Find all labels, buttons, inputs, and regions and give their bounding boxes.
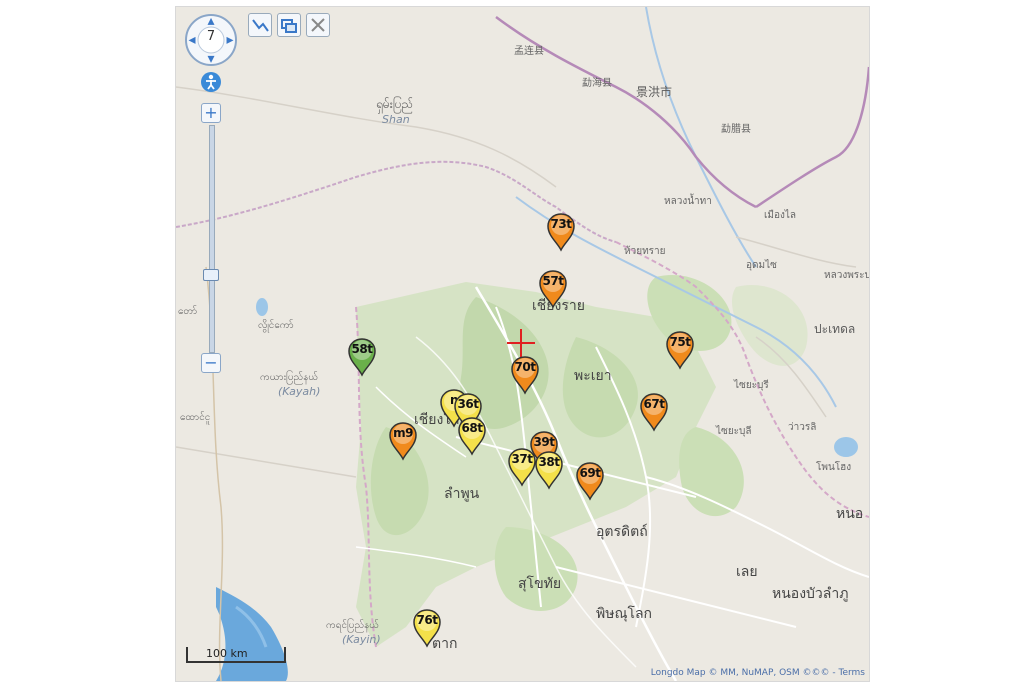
- label-lamphun: ลำพูน: [444, 486, 480, 502]
- marker-67t[interactable]: 67t: [638, 392, 670, 432]
- label-phayao: พะเยา: [574, 368, 612, 384]
- map-attribution[interactable]: Longdo Map © MM, NuMAP, OSM ©©© - Terms: [651, 668, 865, 678]
- label-shan: Shan: [382, 113, 410, 126]
- label-kayin: (Kayin): [342, 633, 381, 646]
- zoom-slider-handle[interactable]: [203, 269, 219, 281]
- draw-line-icon: [252, 19, 269, 32]
- label-mengla: 勐腊县: [721, 124, 751, 135]
- label-huay-xai: ห้วยทราย: [624, 246, 666, 257]
- label-shan-burmese: ရှမ်းပြည်: [376, 97, 414, 111]
- label-sayaboury: ไซยะบุรี: [734, 380, 769, 391]
- label-menglian: 孟连县: [514, 46, 544, 57]
- marker-m9[interactable]: m9: [387, 421, 419, 461]
- layers-button[interactable]: [277, 13, 301, 37]
- street-view-person-icon[interactable]: [200, 71, 222, 93]
- label-kayah-burmese: ကယားပြည်နယ်: [260, 372, 319, 383]
- marker-38t[interactable]: 38t: [533, 450, 565, 490]
- label-luang-namtha: หลวงน้ำทา: [664, 196, 712, 207]
- marker-label: 58t: [351, 342, 373, 356]
- pan-down-icon[interactable]: ▾: [204, 52, 218, 66]
- marker-69t[interactable]: 69t: [574, 461, 606, 501]
- map-viewport[interactable]: 孟连县 勐海县 景洪市 勐腊县 ရှမ်းပြည် Shan เมืองไล ห…: [175, 6, 870, 682]
- label-taungoo: ထောင်ငူ: [180, 412, 211, 423]
- label-menghai: 勐海县: [582, 78, 612, 89]
- layers-icon: [281, 19, 297, 33]
- label-nong: หนอ: [836, 506, 864, 522]
- pan-up-icon[interactable]: ▴: [204, 14, 218, 28]
- marker-label: 38t: [538, 455, 560, 469]
- label-sukhothai: สุโขทัย: [518, 576, 562, 592]
- label-phitsanulok: พิษณุโลก: [596, 606, 653, 622]
- marker-label: m9: [393, 426, 413, 440]
- label-uttaradit: อุตรดิตถ์: [596, 524, 648, 540]
- marker-70t[interactable]: 70t: [509, 355, 541, 395]
- label-loikaw: လွိုင်ကော်: [258, 320, 294, 331]
- label-jinghong: 景洪市: [636, 85, 673, 99]
- label-oudomxay: อุดมไซ: [746, 260, 777, 271]
- zoom-level: 7: [206, 29, 216, 44]
- marker-73t[interactable]: 73t: [545, 212, 577, 252]
- close-icon: [311, 18, 325, 32]
- label-taw: တော်: [178, 306, 198, 317]
- draw-line-button[interactable]: [248, 13, 272, 37]
- close-button[interactable]: [306, 13, 330, 37]
- label-sayabuli: ไซยะบุลี: [716, 426, 752, 437]
- zoom-out-button[interactable]: −: [201, 353, 221, 373]
- marker-label: 75t: [669, 335, 691, 349]
- label-loei: เลย: [736, 564, 758, 580]
- label-kayah: (Kayah): [278, 385, 321, 398]
- marker-label: 57t: [542, 274, 564, 288]
- marker-75t[interactable]: 75t: [664, 330, 696, 370]
- zoom-slider-track[interactable]: [209, 125, 215, 353]
- marker-label: 69t: [579, 466, 601, 480]
- label-muang-lai: เมืองไล: [764, 210, 797, 221]
- label-patedl: ปะเทดล: [814, 322, 856, 336]
- marker-label: 36t: [457, 397, 479, 411]
- zoom-in-button[interactable]: +: [201, 103, 221, 123]
- label-nong-bua-lamphu: หนองบัวลำภู: [772, 586, 849, 602]
- marker-68t[interactable]: 68t: [456, 416, 488, 456]
- label-phonhong: โพนโฮง: [816, 462, 852, 473]
- pan-control[interactable]: ▴ ▾ ◂ ▸ 7: [184, 13, 238, 67]
- marker-57t[interactable]: 57t: [537, 269, 569, 309]
- marker-label: 68t: [461, 421, 483, 435]
- marker-label: 67t: [643, 397, 665, 411]
- marker-label: 76t: [416, 613, 438, 627]
- marker-76t[interactable]: 76t: [411, 608, 443, 648]
- scale-label: 100 km: [206, 647, 248, 660]
- marker-58t[interactable]: 58t: [346, 337, 378, 377]
- marker-label: 70t: [514, 360, 536, 374]
- label-luang-prabang: หลวงพระบาง: [824, 270, 869, 281]
- label-kayin-burmese: ကရင်ပြည်နယ်: [326, 620, 380, 631]
- marker-label: 73t: [550, 217, 572, 231]
- label-waworli: ว่าวรลิ: [788, 422, 817, 433]
